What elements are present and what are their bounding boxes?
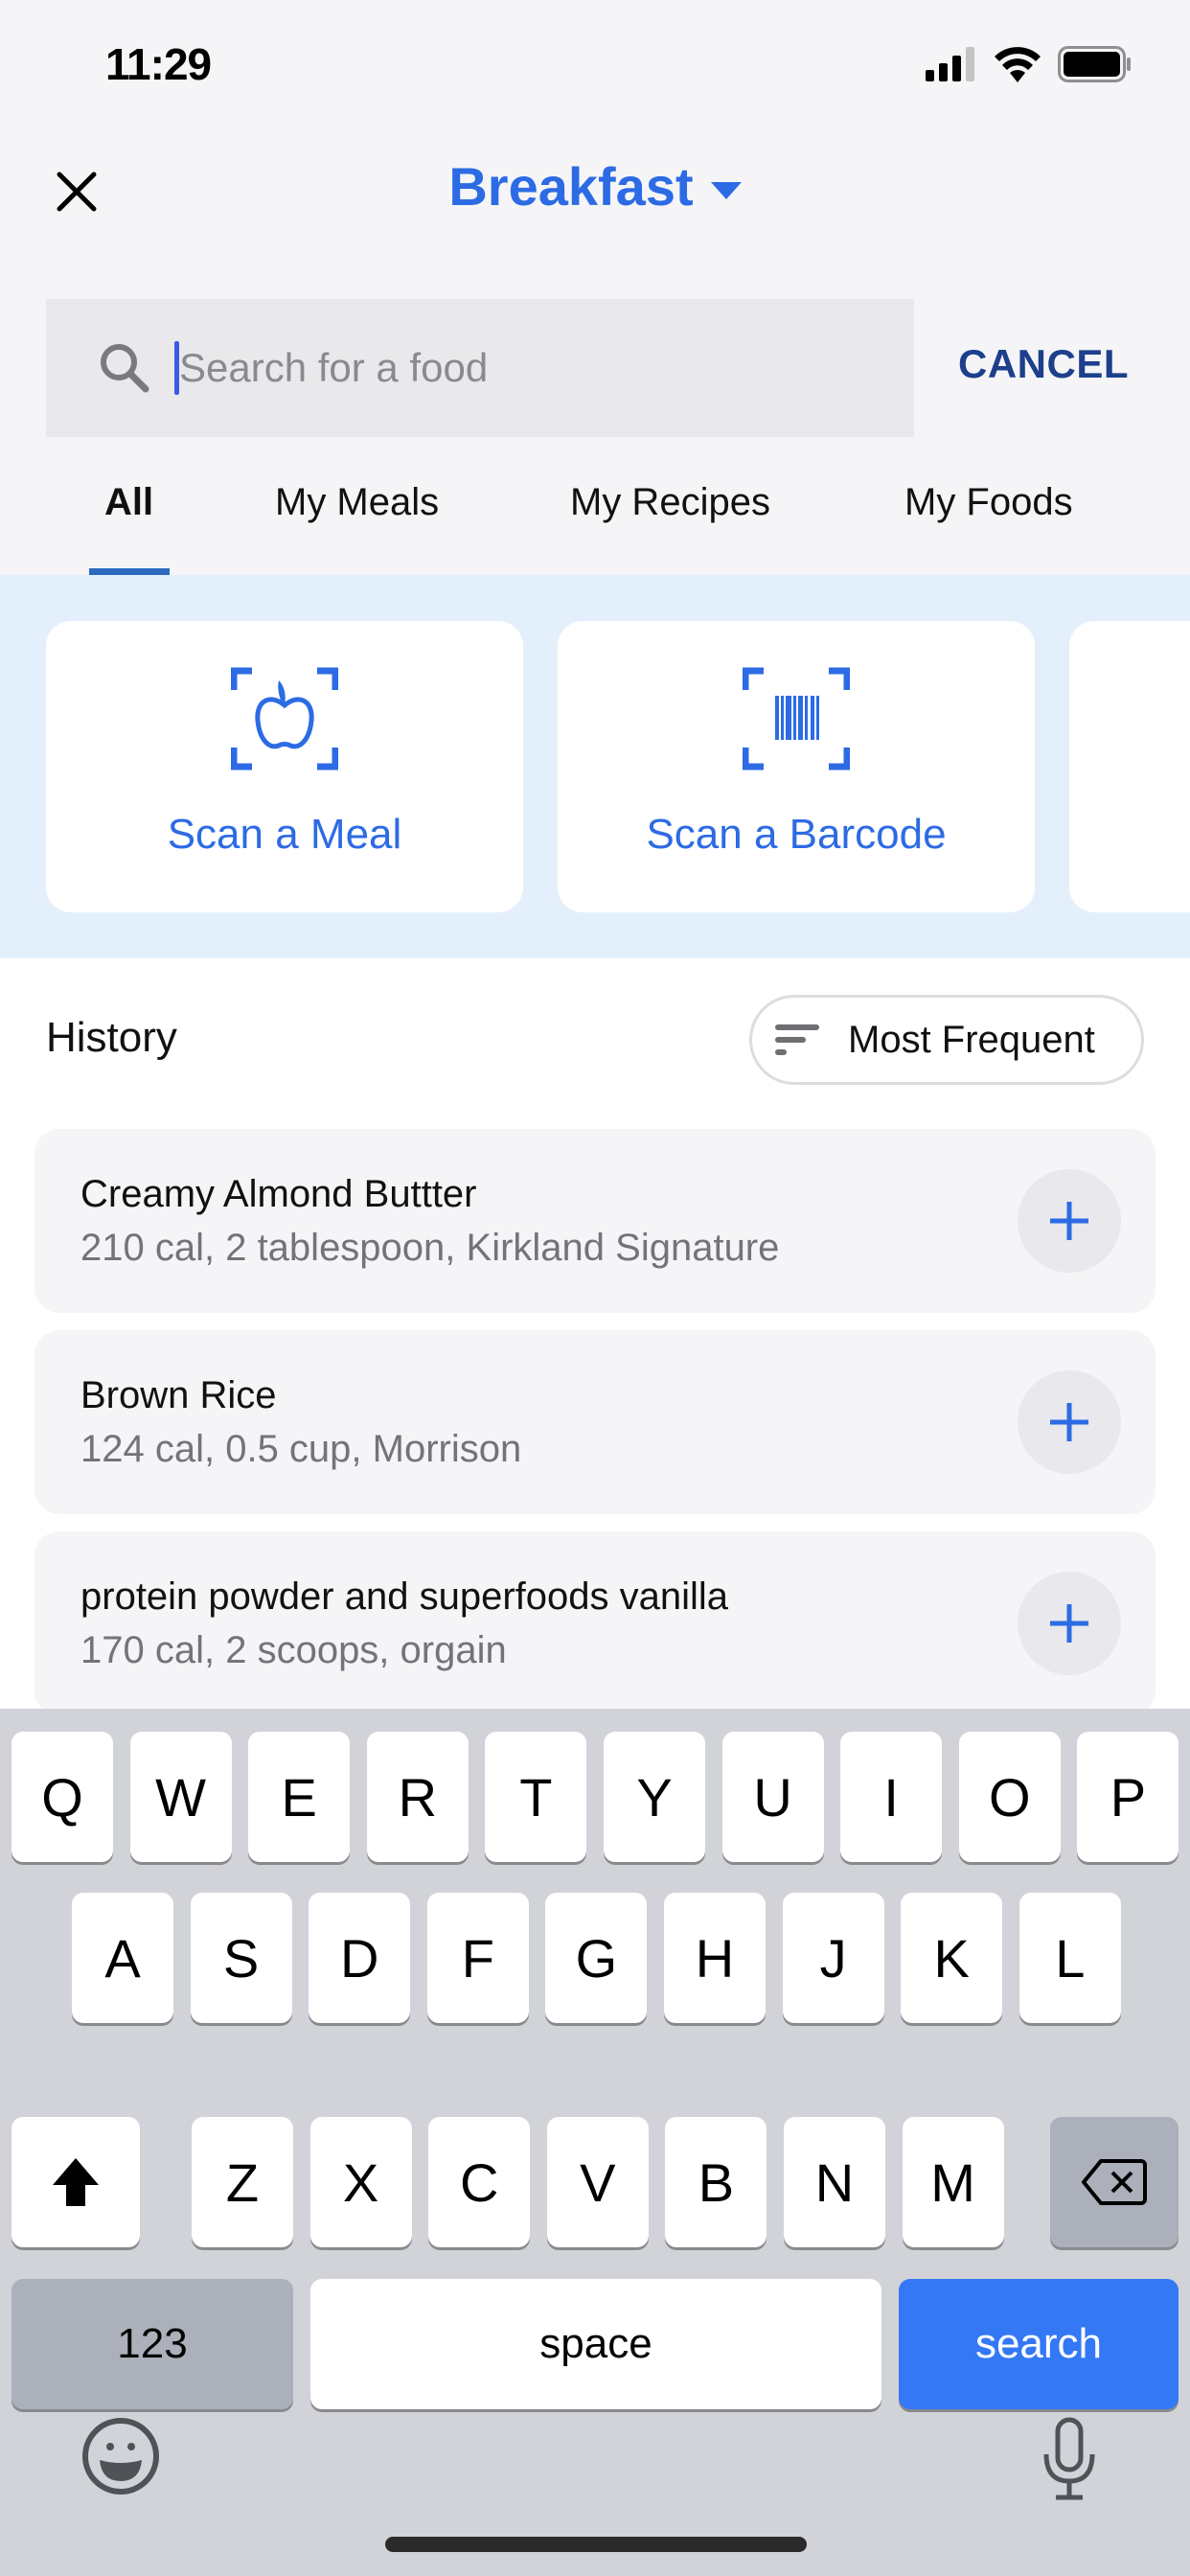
- plus-icon: [1050, 1604, 1088, 1643]
- quick-action-card-partial[interactable]: [1069, 621, 1190, 912]
- key-m[interactable]: M: [902, 2117, 1004, 2247]
- cancel-button[interactable]: CANCEL: [958, 341, 1129, 387]
- key-b[interactable]: B: [665, 2117, 767, 2247]
- key-r[interactable]: R: [366, 1732, 469, 1862]
- scan-barcode-card[interactable]: Scan a Barcode: [558, 621, 1035, 912]
- wifi-icon: [995, 47, 1041, 82]
- meal-title: Breakfast: [448, 156, 694, 217]
- numbers-key[interactable]: 123: [11, 2279, 293, 2409]
- key-z[interactable]: Z: [192, 2117, 293, 2247]
- search-key[interactable]: search: [899, 2279, 1179, 2409]
- meal-selector[interactable]: Breakfast: [0, 155, 1190, 218]
- add-food-button[interactable]: [1018, 1370, 1121, 1474]
- key-j[interactable]: J: [782, 1893, 884, 2023]
- scan-barcode-icon: [743, 667, 850, 770]
- key-e[interactable]: E: [248, 1732, 351, 1862]
- status-icons: [926, 46, 1133, 82]
- food-detail: 124 cal, 0.5 cup, Morrison: [80, 1428, 522, 1470]
- home-indicator: [385, 2537, 807, 2552]
- food-list-item[interactable]: Brown Rice 124 cal, 0.5 cup, Morrison: [34, 1330, 1156, 1514]
- search-field[interactable]: [46, 299, 914, 437]
- scan-barcode-label: Scan a Barcode: [646, 811, 947, 858]
- key-i[interactable]: I: [840, 1732, 943, 1862]
- backspace-icon: [1082, 2159, 1147, 2205]
- key-t[interactable]: T: [485, 1732, 587, 1862]
- food-name: protein powder and superfoods vanilla: [80, 1576, 728, 1618]
- key-x[interactable]: X: [309, 2117, 412, 2247]
- key-c[interactable]: C: [428, 2117, 531, 2247]
- key-n[interactable]: N: [784, 2117, 885, 2247]
- emoji-icon[interactable]: [80, 2416, 161, 2496]
- cellular-signal-icon: [926, 47, 974, 81]
- sort-icon: [775, 1024, 819, 1055]
- plus-icon: [1050, 1403, 1088, 1441]
- scan-meal-card[interactable]: Scan a Meal: [46, 621, 523, 912]
- key-w[interactable]: W: [129, 1732, 232, 1862]
- key-u[interactable]: U: [721, 1732, 824, 1862]
- sort-label: Most Frequent: [848, 1018, 1095, 1061]
- key-a[interactable]: A: [72, 1893, 173, 2023]
- key-p[interactable]: P: [1077, 1732, 1179, 1862]
- key-h[interactable]: H: [664, 1893, 766, 2023]
- plus-icon: [1050, 1202, 1088, 1240]
- food-list-item[interactable]: protein powder and superfoods vanilla 17…: [34, 1531, 1156, 1715]
- search-input[interactable]: [179, 345, 850, 391]
- history-section: History Most Frequent Creamy Almond Butt…: [0, 958, 1190, 1715]
- key-v[interactable]: V: [546, 2117, 649, 2247]
- tab-my-meals[interactable]: My Meals: [275, 481, 439, 524]
- key-s[interactable]: S: [190, 1893, 292, 2023]
- food-detail: 170 cal, 2 scoops, orgain: [80, 1629, 507, 1671]
- active-tab-indicator: [89, 568, 170, 575]
- key-g[interactable]: G: [545, 1893, 648, 2023]
- key-q[interactable]: Q: [11, 1732, 113, 1862]
- key-f[interactable]: F: [426, 1893, 529, 2023]
- key-l[interactable]: L: [1018, 1893, 1121, 2023]
- microphone-icon[interactable]: [1041, 2416, 1098, 2502]
- search-icon: [101, 344, 149, 393]
- shift-icon: [53, 2158, 99, 2206]
- key-k[interactable]: K: [901, 1893, 1003, 2023]
- key-o[interactable]: O: [958, 1732, 1061, 1862]
- battery-icon: [1058, 46, 1131, 82]
- tab-my-foods[interactable]: My Foods: [904, 481, 1073, 524]
- tab-all[interactable]: All: [104, 481, 153, 524]
- tab-my-recipes[interactable]: My Recipes: [570, 481, 770, 524]
- scan-meal-label: Scan a Meal: [167, 811, 402, 858]
- add-food-button[interactable]: [1018, 1169, 1121, 1273]
- add-food-button[interactable]: [1018, 1572, 1121, 1675]
- keyboard: 123 space search QWERTYUIOP ASDFGHJKL ZXCV…: [0, 1709, 1190, 2576]
- nav-bar: Breakfast: [0, 134, 1190, 240]
- scan-apple-icon: [231, 667, 338, 770]
- status-time: 11:29: [105, 39, 212, 89]
- tab-bar: All My Meals My Recipes My Foods: [0, 460, 1190, 575]
- food-list-item[interactable]: Creamy Almond Buttter 210 cal, 2 tablesp…: [34, 1129, 1156, 1313]
- shift-key[interactable]: [11, 2117, 140, 2247]
- backspace-key[interactable]: [1050, 2117, 1179, 2247]
- history-title: History: [46, 1014, 177, 1061]
- quick-actions-panel: Scan a Meal Scan a Barcode: [0, 575, 1190, 958]
- key-d[interactable]: D: [309, 1893, 411, 2023]
- status-bar: 11:29: [0, 0, 1190, 134]
- key-y[interactable]: Y: [604, 1732, 705, 1862]
- food-name: Brown Rice: [80, 1374, 277, 1416]
- space-key[interactable]: space: [310, 2279, 881, 2409]
- food-name: Creamy Almond Buttter: [80, 1173, 477, 1215]
- food-detail: 210 cal, 2 tablespoon, Kirkland Signatur…: [80, 1227, 780, 1269]
- sort-button[interactable]: Most Frequent: [749, 995, 1144, 1085]
- caret-down-icon: [710, 181, 742, 199]
